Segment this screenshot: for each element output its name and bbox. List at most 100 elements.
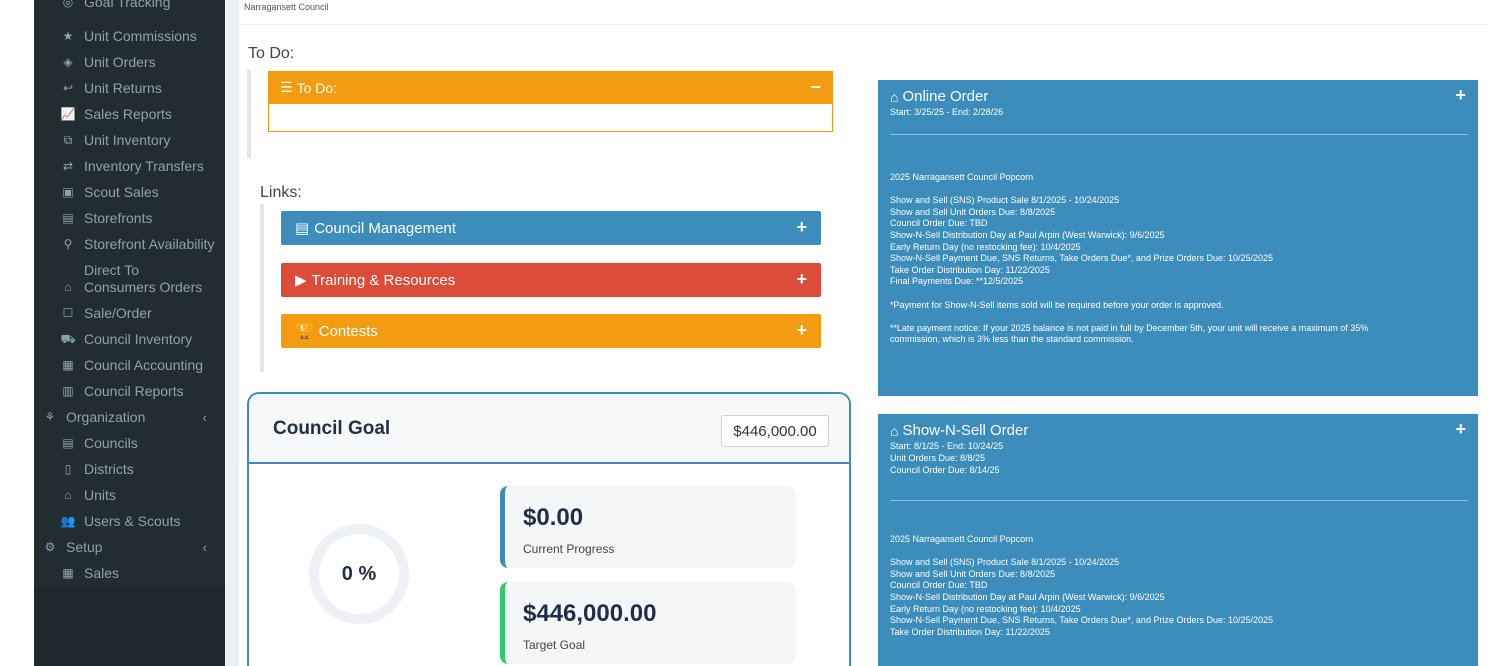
sidebar-item-inventory-transfers[interactable]: ⇄ Inventory Transfers [34,158,225,175]
current-progress-amount: $0.00 [523,504,584,531]
detail-line: Show-N-Sell Payment Due, SNS Returns, Ta… [890,253,1274,264]
sidebar-item-storefront-availability[interactable]: ⚲ Storefront Availability [34,236,225,253]
council-goal-header: Council Goal $446,000.00 [249,394,849,464]
online-order-details: 2025 Narragansett Council Popcorn Show a… [890,172,1464,346]
list-icon: ☰ [280,79,293,95]
sidebar-item-unit-orders[interactable]: ◈ Unit Orders [34,54,225,71]
sidebar-item-councils[interactable]: ▤ Councils [34,435,225,452]
expand-button[interactable]: + [796,269,807,290]
sns-unit-orders-due: Unit Orders Due: 8/8/25 [890,453,986,463]
content-gutter [225,0,239,666]
sns-order-header[interactable]: ⌂ Show-N-Sell Order [890,422,1028,439]
sns-order-details: 2025 Narragansett Council Popcorn Show a… [890,534,1464,638]
sidebar-item-goal-tracking[interactable]: ◎ Goal Tracking [34,0,225,11]
breadcrumb: Narragansett Council [244,2,329,12]
basket-icon: ⌂ [890,422,899,439]
sidebar-item-direct-to-consumers-orders[interactable]: ⌂ Direct To Consumers Orders [34,262,225,296]
sidebar-item-sale-order[interactable]: ☐ Sale/Order [34,305,225,322]
detail-line: 2025 Narragansett Council Popcorn [890,534,1034,544]
links-left-rule [260,204,264,372]
detail-line: Early Return Day (no restocking fee): 10… [890,603,1081,614]
sidebar: ◎ Goal Tracking ★ Unit Commissions ◈ Unit O… [34,0,225,666]
detail-line: Council Order Due: TBD [890,580,988,591]
sns-order-title: Show-N-Sell Order [902,422,1029,439]
sidebar-item-unit-commissions[interactable]: ★ Unit Commissions [34,28,225,45]
sidebar-item-sales-reports[interactable]: 📈 Sales Reports [34,106,225,123]
current-progress-label: Current Progress [523,542,615,556]
progress-percent: 0 % [341,562,377,585]
todo-box-header[interactable]: ☰ To Do: − [268,71,833,104]
chevron-left-icon: ‹ [202,410,207,425]
todo-box-title: To Do: [296,79,338,96]
detail-line: Show-N-Sell Distribution Day at Paul Arp… [890,591,1165,602]
cubes-icon: ⧉ [63,133,73,147]
detail-line: commission, which is 3% less than the st… [890,334,1134,345]
detail-line: Show and Sell (SNS) Product Sale 8/1/202… [890,195,1120,206]
online-order-dates: Start: 3/25/25 - End: 2/28/26 [890,107,1004,117]
building-icon: ▤ [62,436,74,450]
sidebar-item-organization[interactable]: ⚘ Organization ‹ [34,409,225,426]
sidebar-item-scout-sales[interactable]: ▣ Scout Sales [34,184,225,201]
detail-line: *Payment for Show-N-Sell items sold will… [890,299,1224,310]
council-goal-title: Council Goal [273,418,391,439]
basket-icon: ⌂ [890,88,899,105]
progress-ring: 0 % [309,524,409,624]
detail-line: Show and Sell (SNS) Product Sale 8/1/202… [890,557,1120,568]
home-icon: ⌂ [64,488,72,502]
council-goal-card: Council Goal $446,000.00 0 % $0.00 Curre… [247,392,851,666]
reply-icon: ↩ [62,81,74,95]
detail-line: 2025 Narragansett Council Popcorn [890,172,1034,182]
detail-line: Final Payments Due: **12/5/2025 [890,276,1024,287]
detail-line: Take Order Distribution Day: 11/22/2025 [890,626,1050,637]
box-icon: ▣ [62,185,74,199]
council-goal-input[interactable]: $446,000.00 [721,415,829,447]
sidebar-item-unit-inventory[interactable]: ⧉ Unit Inventory [34,132,225,149]
todo-left-rule [247,70,251,158]
sidebar-item-sales[interactable]: ▦ Sales [34,565,225,582]
expand-button[interactable]: + [796,320,807,341]
expand-button[interactable]: + [796,217,807,238]
page: ◎ Goal Tracking ★ Unit Commissions ◈ Unit O… [0,0,1488,666]
detail-line: Show and Sell Unit Orders Due: 8/8/2025 [890,568,1056,579]
star-icon: ★ [62,29,74,43]
building-icon: ▤ [62,211,74,225]
sidebar-item-council-accounting[interactable]: ▦ Council Accounting [34,357,225,374]
current-progress-stat: $0.00 Current Progress [500,486,796,568]
sns-order-meta: Start: 8/1/25 - End: 10/24/25 Unit Order… [890,440,1003,476]
sidebar-item-council-inventory[interactable]: ⛟ Council Inventory [34,331,225,348]
detail-line: Show-N-Sell Payment Due, SNS Returns, Ta… [890,615,1274,626]
sns-council-order-due: Council Order Due: 8/14/25 [890,465,1000,475]
sidebar-item-unit-returns[interactable]: ↩ Unit Returns [34,80,225,97]
detail-line: **Late payment notice: If your 2025 bala… [890,322,1369,333]
trophy-icon: 🏆 [295,323,314,340]
sidebar-item-council-reports[interactable]: ▥ Council Reports [34,383,225,400]
header-divider [239,24,1488,25]
collapse-button[interactable]: − [810,77,821,98]
chevron-left-icon: ‹ [202,540,207,555]
detail-line: Show-N-Sell Distribution Day at Paul Arp… [890,229,1165,240]
sidebar-item-units[interactable]: ⌂ Units [34,487,225,504]
link-contests[interactable]: 🏆 Contests + [281,314,821,348]
todo-box-body [268,104,833,132]
target-goal-amount: $446,000.00 [523,600,657,627]
bar-chart-icon: ▥ [62,384,74,398]
sidebar-item-setup[interactable]: ⚙ Setup ‹ [34,539,225,556]
sidebar-item-districts[interactable]: ▯ Districts [34,461,225,478]
link-council-management[interactable]: ▤ Council Management + [281,211,821,245]
show-n-sell-order-panel: ⌂ Show-N-Sell Order + Start: 8/1/25 - En… [878,414,1478,666]
detail-line: Council Order Due: TBD [890,218,988,229]
sidebar-item-storefronts[interactable]: ▤ Storefronts [34,210,225,227]
calculator-icon: ▦ [62,358,74,372]
online-order-header[interactable]: ⌂ Online Order [890,88,988,105]
sidebar-footer [34,586,225,666]
cogs-icon: ⚙ [44,540,56,554]
sidebar-item-users-scouts[interactable]: 👥 Users & Scouts [34,513,225,530]
target-goal-label: Target Goal [523,638,586,652]
tag-icon: ◈ [63,55,73,69]
link-training-resources[interactable]: ▶ Training & Resources + [281,263,821,297]
expand-button[interactable]: + [1455,85,1466,106]
square-icon: ☐ [62,306,74,320]
calendar-icon: ▦ [62,566,74,580]
building-icon: ▤ [295,220,310,237]
expand-button[interactable]: + [1455,419,1466,440]
